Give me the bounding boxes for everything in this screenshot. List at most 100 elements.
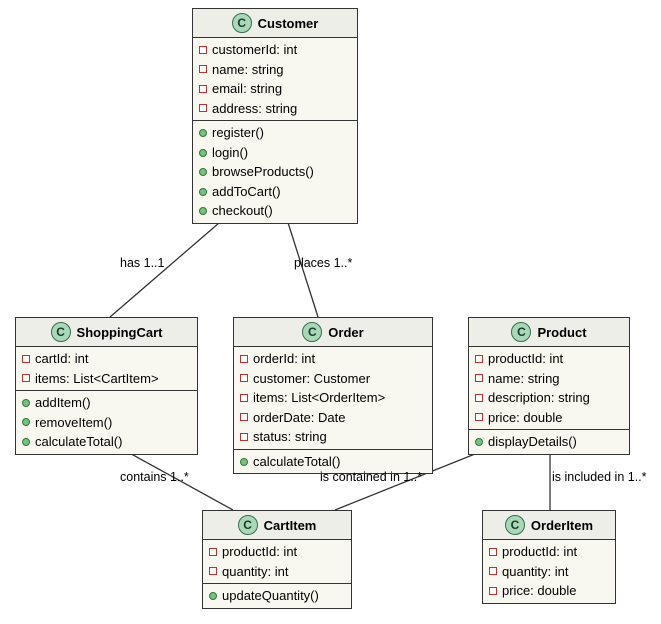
class-product-name: Product [537, 325, 586, 340]
edge-label-cart-cartitem: contains 1..* [120, 470, 189, 484]
class-cartitem-name: CartItem [264, 518, 317, 533]
class-customer-ops: register() login() browseProducts() addT… [193, 121, 357, 223]
attr-row: description: string [475, 388, 623, 408]
visibility-private-icon [475, 413, 483, 421]
op-row: removeItem() [22, 413, 191, 433]
visibility-private-icon [240, 355, 248, 363]
class-cartitem: C CartItem productId: int quantity: int … [202, 510, 352, 609]
class-product-ops: displayDetails() [469, 430, 629, 454]
attr-row: name: string [199, 60, 351, 80]
edge-label-product-cartitem: is contained in 1..* [320, 470, 422, 484]
op-row: addToCart() [199, 182, 351, 202]
visibility-public-icon [240, 458, 248, 466]
visibility-public-icon [22, 399, 30, 407]
class-shoppingcart-attrs: cartId: int items: List<CartItem> [16, 347, 197, 391]
attr-row: cartId: int [22, 349, 191, 369]
class-order: C Order orderId: int customer: Customer … [233, 317, 433, 474]
visibility-private-icon [22, 355, 30, 363]
attr-row: address: string [199, 99, 351, 119]
edge-label-customer-order: places 1..* [294, 256, 352, 270]
visibility-public-icon [22, 418, 30, 426]
class-cartitem-attrs: productId: int quantity: int [203, 540, 351, 584]
visibility-private-icon [199, 65, 207, 73]
visibility-private-icon [240, 374, 248, 382]
op-row: register() [199, 123, 351, 143]
class-icon: C [232, 13, 252, 33]
visibility-private-icon [240, 433, 248, 441]
attr-row: status: string [240, 427, 426, 447]
class-product: C Product productId: int name: string de… [468, 317, 630, 455]
class-icon: C [505, 515, 525, 535]
visibility-public-icon [199, 168, 207, 176]
class-orderitem: C OrderItem productId: int quantity: int… [482, 510, 616, 604]
visibility-private-icon [489, 587, 497, 595]
visibility-private-icon [489, 548, 497, 556]
class-product-attrs: productId: int name: string description:… [469, 347, 629, 430]
op-row: login() [199, 143, 351, 163]
visibility-public-icon [199, 188, 207, 196]
op-row: checkout() [199, 201, 351, 221]
class-customer-name: Customer [258, 16, 319, 31]
visibility-private-icon [240, 413, 248, 421]
visibility-private-icon [199, 46, 207, 54]
class-customer-header: C Customer [193, 9, 357, 38]
attr-row: quantity: int [209, 562, 345, 582]
visibility-public-icon [22, 438, 30, 446]
attr-row: price: double [475, 408, 623, 428]
class-product-header: C Product [469, 318, 629, 347]
attr-row: orderDate: Date [240, 408, 426, 428]
op-row: browseProducts() [199, 162, 351, 182]
class-icon: C [51, 322, 71, 342]
op-row: updateQuantity() [209, 586, 345, 606]
class-icon: C [511, 322, 531, 342]
op-row: calculateTotal() [22, 432, 191, 452]
visibility-public-icon [199, 149, 207, 157]
class-shoppingcart-name: ShoppingCart [77, 325, 163, 340]
op-row: addItem() [22, 393, 191, 413]
attr-row: price: double [489, 581, 609, 601]
attr-row: items: List<OrderItem> [240, 388, 426, 408]
edge-label-product-orderitem: is included in 1..* [552, 470, 647, 484]
visibility-private-icon [199, 85, 207, 93]
attr-row: orderId: int [240, 349, 426, 369]
class-orderitem-name: OrderItem [531, 518, 593, 533]
op-row: calculateTotal() [240, 452, 426, 472]
attr-row: email: string [199, 79, 351, 99]
attr-row: productId: int [475, 349, 623, 369]
attr-row: quantity: int [489, 562, 609, 582]
class-orderitem-attrs: productId: int quantity: int price: doub… [483, 540, 615, 603]
attr-row: customerId: int [199, 40, 351, 60]
visibility-private-icon [475, 355, 483, 363]
visibility-private-icon [475, 374, 483, 382]
class-cartitem-ops: updateQuantity() [203, 584, 351, 608]
attr-row: name: string [475, 369, 623, 389]
visibility-private-icon [489, 567, 497, 575]
attr-row: productId: int [209, 542, 345, 562]
visibility-public-icon [475, 438, 483, 446]
class-shoppingcart-ops: addItem() removeItem() calculateTotal() [16, 391, 197, 454]
visibility-public-icon [199, 207, 207, 215]
class-order-name: Order [328, 325, 363, 340]
visibility-private-icon [475, 394, 483, 402]
visibility-private-icon [240, 394, 248, 402]
visibility-private-icon [209, 548, 217, 556]
visibility-public-icon [199, 129, 207, 137]
visibility-private-icon [22, 374, 30, 382]
class-customer: C Customer customerId: int name: string … [192, 8, 358, 224]
attr-row: productId: int [489, 542, 609, 562]
op-row: displayDetails() [475, 432, 623, 452]
visibility-private-icon [199, 104, 207, 112]
class-cartitem-header: C CartItem [203, 511, 351, 540]
class-shoppingcart-header: C ShoppingCart [16, 318, 197, 347]
visibility-public-icon [209, 592, 217, 600]
edge-label-customer-cart: has 1..1 [120, 256, 164, 270]
class-icon: C [302, 322, 322, 342]
class-icon: C [238, 515, 258, 535]
class-order-attrs: orderId: int customer: Customer items: L… [234, 347, 432, 450]
attr-row: items: List<CartItem> [22, 369, 191, 389]
class-orderitem-header: C OrderItem [483, 511, 615, 540]
attr-row: customer: Customer [240, 369, 426, 389]
class-customer-attrs: customerId: int name: string email: stri… [193, 38, 357, 121]
visibility-private-icon [209, 567, 217, 575]
class-order-header: C Order [234, 318, 432, 347]
